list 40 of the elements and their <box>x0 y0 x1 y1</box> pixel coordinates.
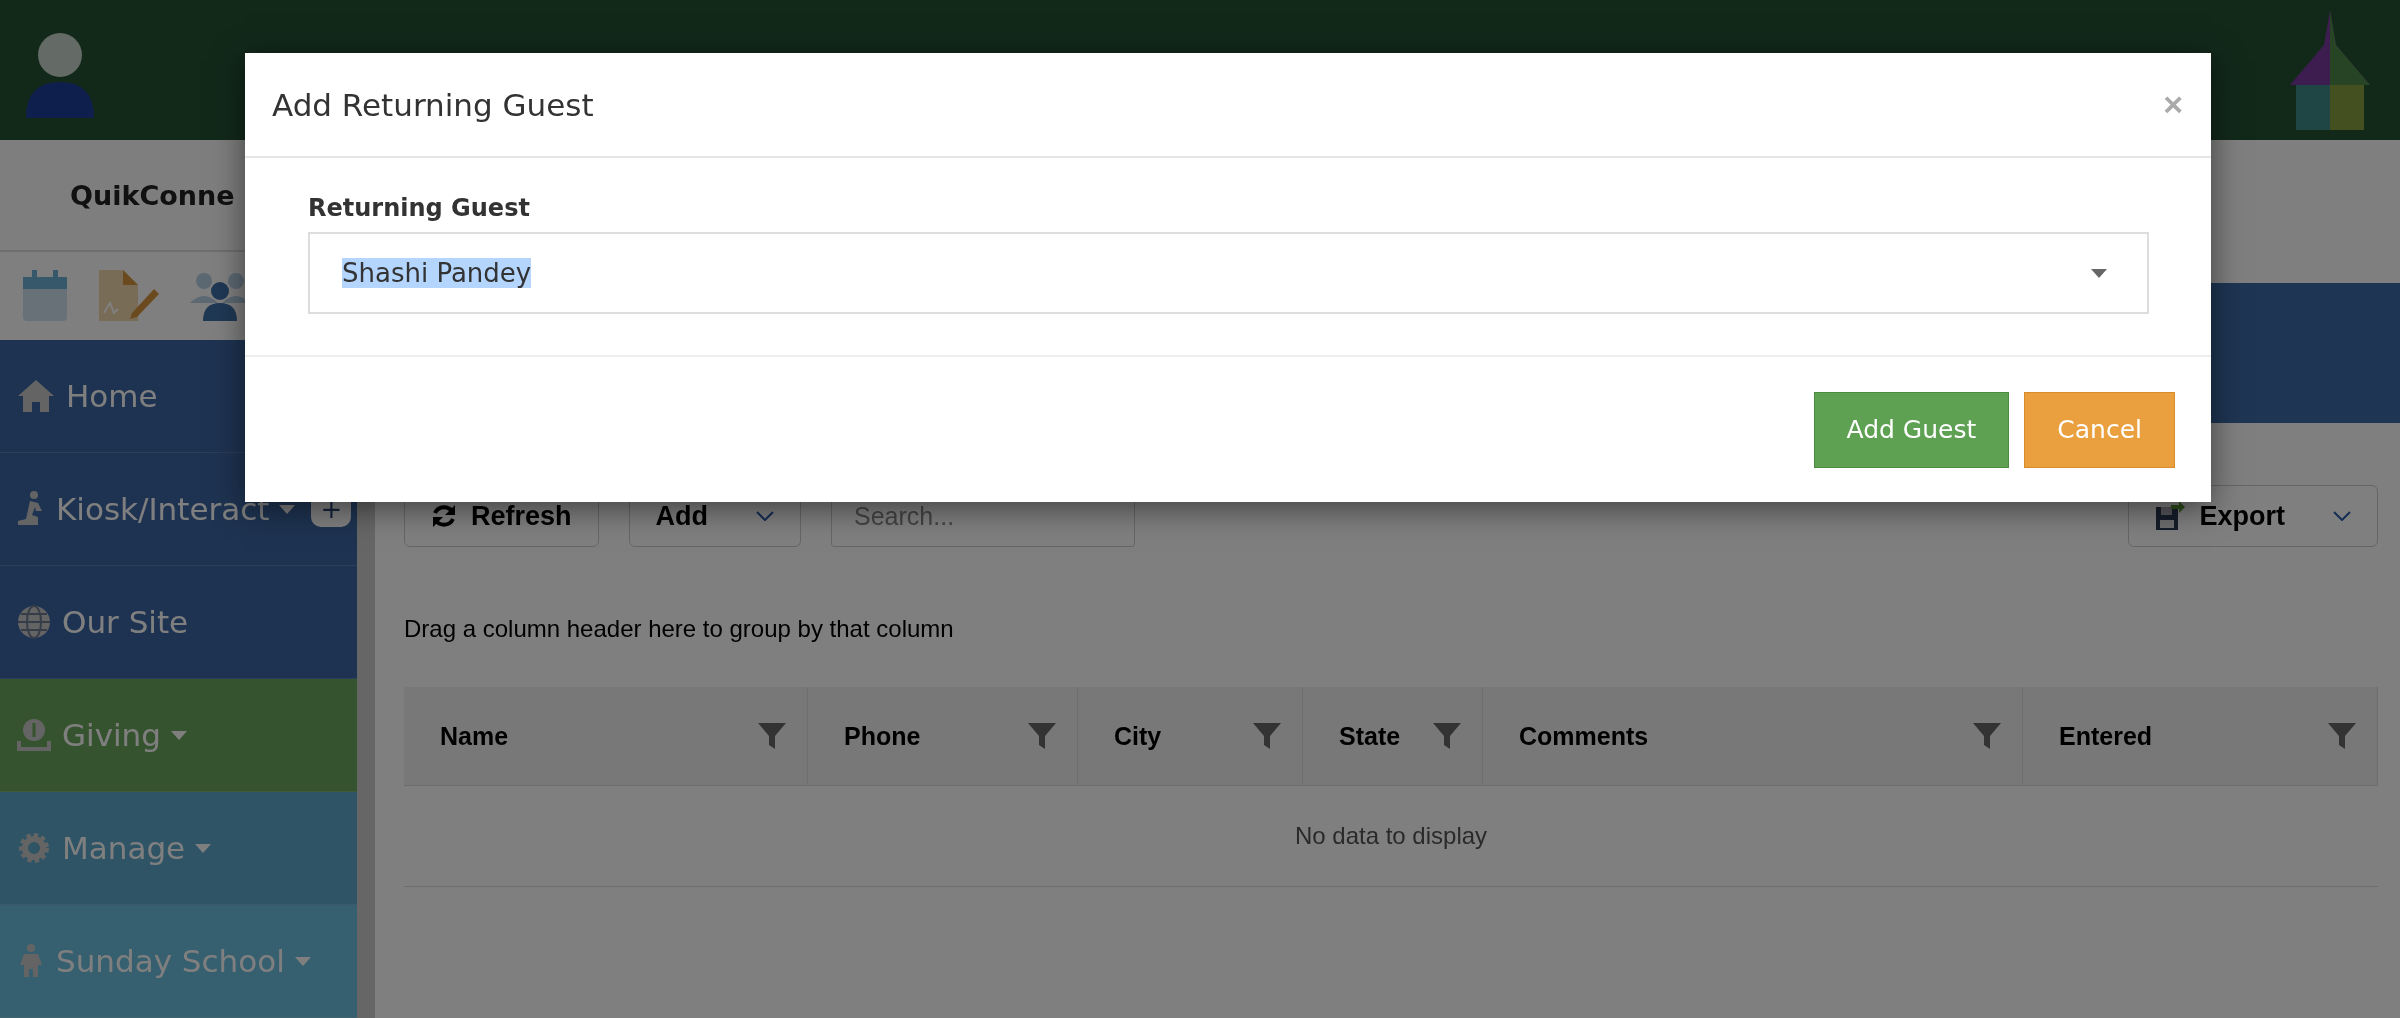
column-title: Phone <box>844 721 921 751</box>
column-title: Name <box>440 721 509 751</box>
column-header[interactable]: Entered <box>2023 687 2378 785</box>
column-title: City <box>1114 721 1162 751</box>
export-dropdown-button[interactable]: Export <box>2128 485 2378 547</box>
filter-icon[interactable] <box>1972 721 2002 751</box>
house-icon <box>16 378 56 414</box>
refresh-icon <box>431 503 457 529</box>
coin-tray-icon <box>16 717 52 753</box>
gear-icon <box>16 830 52 866</box>
calendar-icon[interactable] <box>22 269 68 323</box>
add-guest-button[interactable]: Add Guest <box>1813 391 2010 468</box>
caret-icon <box>2333 511 2351 521</box>
caret-icon <box>756 511 775 521</box>
sidebar-item[interactable]: Our Site <box>0 566 357 679</box>
floppy-disk-icon <box>2155 501 2186 531</box>
column-title: Comments <box>1519 721 1649 751</box>
group-by-hint: Drag a column header here to group by that column <box>404 615 955 643</box>
column-title: State <box>1339 721 1401 751</box>
filter-icon[interactable] <box>757 721 787 751</box>
sidebar-item[interactable]: Manage <box>0 792 357 905</box>
cancel-button[interactable]: Cancel <box>2024 391 2175 468</box>
empty-message: No data to display <box>404 786 2378 887</box>
signed-document-icon[interactable] <box>98 269 160 323</box>
filter-icon[interactable] <box>1027 721 1057 751</box>
filter-icon[interactable] <box>1252 721 1282 751</box>
dialog-title: Add Returning Guest <box>272 86 594 123</box>
column-header[interactable]: City <box>1078 687 1303 785</box>
guest-select-field[interactable]: Shashi Pandey <box>308 232 2149 314</box>
close-button[interactable]: × <box>2163 85 2183 124</box>
filter-icon[interactable] <box>2327 721 2357 751</box>
column-header[interactable]: Comments <box>1483 687 2023 785</box>
filter-icon[interactable] <box>1432 721 1462 751</box>
globe-icon <box>16 604 52 640</box>
caret-icon <box>2091 268 2107 278</box>
column-header[interactable]: State <box>1303 687 1483 785</box>
column-header[interactable]: Phone <box>808 687 1078 785</box>
column-header[interactable]: Name <box>404 687 808 785</box>
sidebar-item[interactable]: Giving <box>0 679 357 792</box>
column-title: Entered <box>2059 721 2153 751</box>
